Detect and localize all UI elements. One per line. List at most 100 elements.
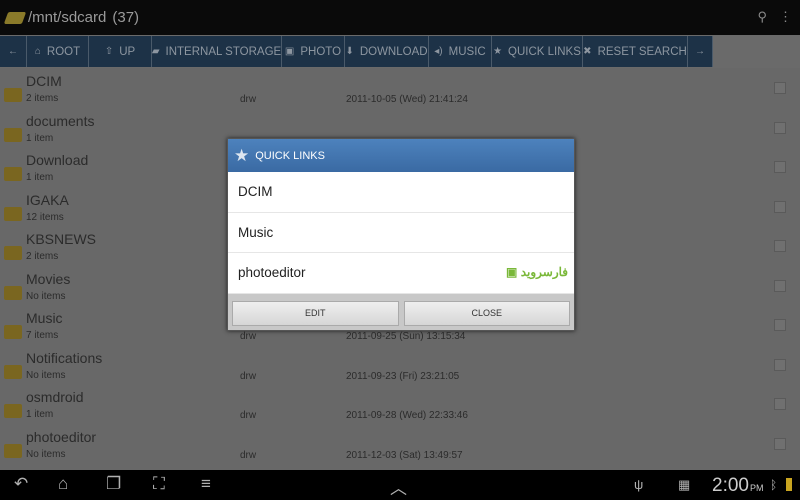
folder-icon <box>4 246 22 260</box>
file-row[interactable]: osmdroid 1 item drw 2011-09-28 (Wed) 22:… <box>0 386 800 426</box>
item-count: 1 item <box>26 172 54 183</box>
file-name: Movies <box>26 270 71 287</box>
folder-icon <box>4 206 22 221</box>
toolbar-label: DOWNLOAD <box>359 45 428 58</box>
toolbar-icon: ▣ <box>284 46 295 57</box>
menu-icon[interactable]: ≡ <box>201 474 211 494</box>
back-icon[interactable]: ↶ <box>14 474 28 494</box>
close-button[interactable]: CLOSE <box>403 300 570 326</box>
toolbar-icon: ✖ <box>583 46 592 57</box>
file-row[interactable]: photoeditor No items drw 2011-12-03 (Sat… <box>0 426 800 466</box>
toolbar-label: MUSIC <box>448 45 486 58</box>
file-row[interactable]: Notifications No items drw 2011-09-23 (F… <box>0 347 800 387</box>
chevron-up-icon[interactable]: ︿ <box>390 474 407 499</box>
dialog-title: QUICK LINKS <box>255 149 325 162</box>
item-count: 1 item <box>26 132 54 144</box>
item-count: 1 item <box>26 409 54 420</box>
file-name: photoeditor <box>26 428 97 445</box>
select-checkbox[interactable] <box>774 358 786 371</box>
battery-icon <box>786 478 792 491</box>
item-count: 12 items <box>26 211 64 223</box>
item-count: (37) <box>112 9 140 26</box>
quick-link-label: photoeditor <box>238 265 306 281</box>
screenshot-icon[interactable]: ⛶ <box>153 474 165 494</box>
file-row[interactable]: DCIM 2 items drw 2011-10-05 (Wed) 21:41:… <box>0 70 800 110</box>
toolbar-button-up[interactable]: ⇧ UP <box>89 36 152 67</box>
search-icon[interactable]: ⚲ <box>757 9 767 25</box>
toolbar-button-internal-storage[interactable]: ▰ INTERNAL STORAGE <box>152 36 282 67</box>
toolbar-button-root[interactable]: ⌂ ROOT <box>27 36 89 67</box>
toolbar-label: INTERNAL STORAGE <box>165 45 282 58</box>
quick-link-item[interactable]: DCIM <box>228 172 574 213</box>
toolbar-button-music[interactable]: ◂) MUSIC <box>429 36 492 67</box>
folder-icon <box>4 127 22 142</box>
bluetooth-icon: ᛒ <box>770 478 778 492</box>
star-icon: ★ <box>234 145 250 165</box>
select-checkbox[interactable] <box>774 82 786 94</box>
select-checkbox[interactable] <box>774 121 786 134</box>
current-path: /mnt/sdcard <box>28 9 107 26</box>
system-nav-bar: ↶ ⌂ ❐ ⛶ ≡ ︿ ψ ▦ 2:00 PM ᛒ <box>0 470 800 500</box>
file-name: KBSNEWS <box>26 231 97 247</box>
quick-links-dialog: ★ QUICK LINKS DCIM Music photoeditor ▣ فا… <box>227 138 575 331</box>
toolbar-label: UP <box>119 45 136 58</box>
modified-date: 2011-12-03 (Sat) 13:49:57 <box>346 449 463 461</box>
select-checkbox[interactable] <box>774 200 786 213</box>
edit-button[interactable]: EDIT <box>232 300 399 326</box>
toolbar-icon: ◂) <box>434 46 443 57</box>
file-name: Notifications <box>26 349 103 366</box>
select-checkbox[interactable] <box>774 161 786 173</box>
item-count: No items <box>26 290 66 302</box>
folder-icon <box>4 325 22 339</box>
toolbar-label: ROOT <box>46 45 81 58</box>
select-checkbox[interactable] <box>774 398 786 410</box>
home-icon[interactable]: ⌂ <box>58 474 68 494</box>
modified-date: 2011-09-23 (Fri) 23:21:05 <box>346 370 460 382</box>
recent-apps-icon[interactable]: ❐ <box>106 474 121 494</box>
quick-link-label: DCIM <box>238 184 273 200</box>
quick-link-item[interactable]: photoeditor ▣ فارسروید <box>228 253 574 294</box>
title-bar: /mnt/sdcard (37) ⚲ ⋮ <box>0 0 800 35</box>
item-count: No items <box>26 448 66 460</box>
folder-icon <box>4 167 22 181</box>
file-name: Download <box>26 152 89 168</box>
folder-icon <box>4 404 22 418</box>
folder-icon <box>4 364 22 379</box>
toolbar-button-back[interactable]: ← <box>0 36 27 67</box>
toolbar: ← ⌂ ROOT ⇧ UP ▰ INTERNAL STORAGE ▣ PHOTO ⬇ DOWNLOA… <box>0 35 800 68</box>
item-count: 2 items <box>26 93 59 104</box>
toolbar-icon: ⇧ <box>104 46 114 57</box>
folder-icon <box>4 88 22 102</box>
quick-link-item[interactable]: Music <box>228 212 574 253</box>
permissions: drw <box>240 370 257 382</box>
modified-date: 2011-10-05 (Wed) 21:41:24 <box>346 94 468 105</box>
toolbar-icon: ★ <box>493 46 503 57</box>
select-checkbox[interactable] <box>774 279 786 292</box>
select-checkbox[interactable] <box>774 437 786 450</box>
app-icon <box>3 11 27 24</box>
toolbar-icon: ⌂ <box>34 46 41 57</box>
permissions: drw <box>240 94 257 105</box>
toolbar-button-quick-links[interactable]: ★ QUICK LINKS <box>492 36 583 67</box>
overflow-menu-icon[interactable]: ⋮ <box>779 9 792 25</box>
modified-date: 2011-09-25 (Sun) 13:15:34 <box>346 331 466 342</box>
toolbar-button-forward[interactable]: → <box>688 36 713 67</box>
watermark-logo: ▣ فارسروید <box>506 265 568 279</box>
select-checkbox[interactable] <box>774 240 786 252</box>
file-name: osmdroid <box>26 389 84 405</box>
notification-icon: ▦ <box>678 477 691 492</box>
item-count: 7 items <box>26 330 59 341</box>
clock-ampm: PM <box>750 483 764 493</box>
toolbar-label: QUICK LINKS <box>508 45 581 58</box>
toolbar-button-download[interactable]: ⬇ DOWNLOAD <box>345 36 429 67</box>
toolbar-button-photo[interactable]: ▣ PHOTO <box>282 36 345 67</box>
clock-time: 2:00 <box>712 475 749 496</box>
toolbar-label: PHOTO <box>300 45 342 58</box>
toolbar-button-reset-search[interactable]: ✖ RESET SEARCH <box>583 36 688 67</box>
select-checkbox[interactable] <box>774 319 786 331</box>
item-count: No items <box>26 369 66 381</box>
dialog-header: ★ QUICK LINKS <box>228 139 574 172</box>
toolbar-icon: ▰ <box>151 46 160 57</box>
file-name: IGAKA <box>26 191 69 208</box>
usb-icon: ψ <box>634 477 644 492</box>
